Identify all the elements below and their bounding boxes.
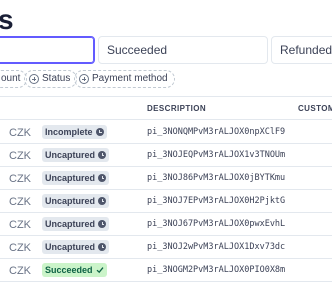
table-row[interactable]: CZK Uncaptured pi_3NOJEQPvM3rALJOX1v3TNOUm: [0, 144, 332, 167]
description-cell: pi_3NOGM2PvM3rALJOX0PIO0X8m: [147, 265, 286, 275]
description-cell: pi_3NOJ2wPvM3rALJOX1Dxv73dc: [147, 242, 286, 252]
currency-cell: CZK: [9, 219, 31, 231]
table-row[interactable]: CZK Incomplete pi_3NONQMPvM3rALJOX0npXClF9: [0, 121, 332, 144]
column-header-customer[interactable]: CUSTOME: [298, 104, 332, 113]
clock-icon: [98, 151, 107, 159]
description-cell: pi_3NOJ86PvM3rALJOX0jBYTKmu: [147, 173, 286, 183]
clock-icon: [98, 220, 107, 228]
status-label: Uncaptured: [45, 173, 96, 183]
chip-label: ount: [1, 73, 21, 84]
currency-cell: CZK: [9, 150, 31, 162]
filter-tab-all[interactable]: [0, 36, 95, 64]
description-cell: pi_3NOJEQPvM3rALJOX1v3TNOUm: [147, 150, 286, 160]
table-row[interactable]: CZK Uncaptured pi_3NOJ86PvM3rALJOX0jBYTKmu: [0, 167, 332, 190]
status-label: Succeeded: [45, 265, 93, 275]
currency-cell: CZK: [9, 173, 31, 185]
chip-label: Status: [42, 73, 71, 84]
currency-cell: CZK: [9, 265, 31, 277]
description-cell: pi_3NONQMPvM3rALJOX0npXClF9: [147, 127, 286, 137]
status-badge: Incomplete: [42, 125, 107, 139]
clock-icon: [98, 197, 107, 205]
chip-label: Payment method: [92, 73, 168, 84]
status-badge: Uncaptured: [42, 240, 110, 254]
filter-tab-succeeded[interactable]: Succeeded: [98, 36, 268, 64]
status-badge: Uncaptured: [42, 194, 110, 208]
table-row[interactable]: CZK Uncaptured pi_3NOJ7EPvM3rALJOX0H2PjktG: [0, 190, 332, 213]
table-row[interactable]: CZK Uncaptured pi_3NOJ67PvM3rALJOX0pwxEvhL: [0, 213, 332, 236]
table-row[interactable]: CZK Succeeded pi_3NOGM2PvM3rALJOX0PIO0X8m: [0, 259, 332, 282]
currency-cell: CZK: [9, 127, 31, 139]
plus-circle-icon: [29, 74, 39, 84]
currency-cell: CZK: [9, 242, 31, 254]
status-badge: Uncaptured: [42, 148, 110, 162]
status-badge: Succeeded: [42, 263, 107, 277]
description-cell: pi_3NOJ67PvM3rALJOX0pwxEvhL: [147, 219, 286, 229]
plus-circle-icon: [79, 74, 89, 84]
table-header: DESCRIPTION CUSTOME: [0, 96, 332, 120]
currency-cell: CZK: [9, 196, 31, 208]
table-row[interactable]: CZK Uncaptured pi_3NOJ2wPvM3rALJOX1Dxv73dc: [0, 236, 332, 259]
column-header-description[interactable]: DESCRIPTION: [147, 104, 206, 113]
filter-tab-refunded[interactable]: Refunded: [271, 36, 332, 64]
status-label: Uncaptured: [45, 150, 96, 160]
description-cell: pi_3NOJ7EPvM3rALJOX0H2PjktG: [147, 196, 286, 206]
clock-icon: [98, 243, 107, 251]
filter-chip-status[interactable]: Status: [24, 70, 78, 88]
clock-icon: [98, 174, 107, 182]
status-label: Uncaptured: [45, 242, 96, 252]
clock-icon: [95, 128, 104, 136]
status-label: Incomplete: [45, 127, 93, 137]
status-label: Uncaptured: [45, 196, 96, 206]
status-label: Uncaptured: [45, 219, 96, 229]
status-badge: Uncaptured: [42, 217, 110, 231]
page-title: s: [0, 4, 14, 35]
check-icon: [96, 266, 104, 274]
status-badge: Uncaptured: [42, 171, 110, 185]
filter-chip-payment-method[interactable]: Payment method: [74, 70, 175, 88]
